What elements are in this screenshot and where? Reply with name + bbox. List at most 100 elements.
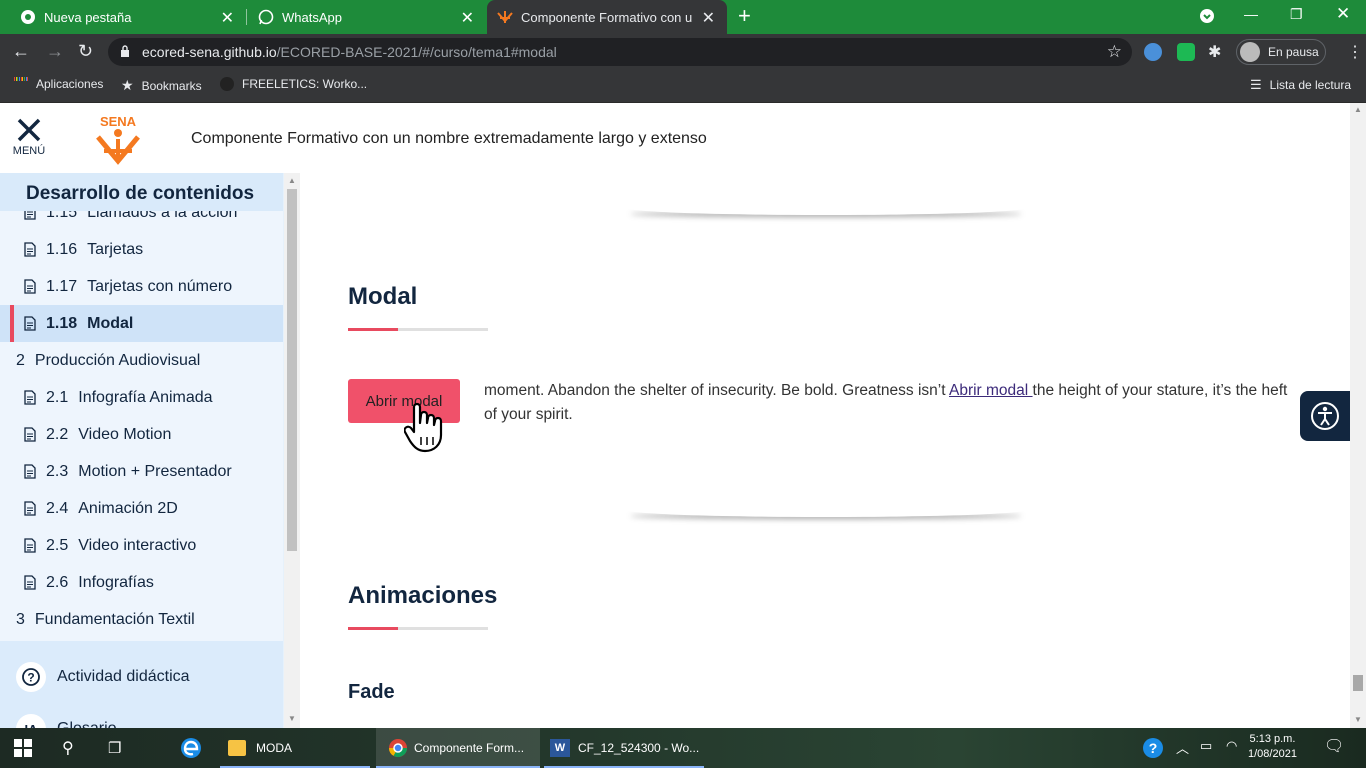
- hand-pointer-icon: [404, 402, 443, 453]
- scroll-down-icon[interactable]: ▼: [288, 714, 296, 723]
- sidebar-item[interactable]: 2.6 Infografías: [0, 564, 283, 601]
- section-title-modal: Modal: [348, 283, 418, 310]
- bookmarks-bar: Aplicaciones ★ Bookmarks FREELETICS: Wor…: [0, 70, 1366, 103]
- sidebar-item[interactable]: 2.5 Video interactivo: [0, 527, 283, 564]
- tab-componente-formativo[interactable]: Componente Formativo con un n ✕: [487, 0, 727, 34]
- section-divider: [626, 503, 1026, 517]
- task-view-icon[interactable]: ❐: [108, 728, 121, 768]
- close-icon[interactable]: ✕: [702, 8, 715, 28]
- close-icon[interactable]: ✕: [461, 8, 474, 28]
- taskbar-item-word[interactable]: W CF_12_524300 - Wo...: [544, 728, 704, 768]
- tab-search-icon[interactable]: [1199, 8, 1215, 27]
- scroll-down-icon[interactable]: ▼: [1354, 715, 1362, 724]
- sidebar-tools: ? Actividad didáctica IA Glosario: [0, 641, 283, 728]
- edge-icon[interactable]: [180, 728, 202, 768]
- sidebar-item-label: Infografía Animada: [78, 388, 213, 406]
- window-close-icon[interactable]: ✕: [1336, 4, 1350, 24]
- bookmark-bookmarks[interactable]: ★ Bookmarks: [121, 77, 202, 94]
- modal-paragraph: moment. Abandon the shelter of insecurit…: [484, 379, 1294, 427]
- sidebar-item-number: 2.1: [46, 388, 69, 406]
- close-icon[interactable]: ✕: [221, 8, 234, 28]
- document-icon: [24, 538, 36, 553]
- shield-extension-icon[interactable]: [1177, 43, 1195, 61]
- address-bar: ← → ↻ ecored-sena.github.io/ECORED-BASE-…: [0, 34, 1366, 70]
- reading-list-label: Lista de lectura: [1269, 78, 1352, 92]
- sena-logo: SENA: [96, 114, 140, 165]
- page-scrollbar[interactable]: ▲ ▼: [1350, 103, 1366, 728]
- document-icon: [24, 279, 36, 294]
- extension-icon[interactable]: [1144, 43, 1162, 61]
- reading-list[interactable]: ☰ Lista de lectura: [1250, 77, 1351, 93]
- sidebar-item-label: Producción Audiovisual: [34, 351, 201, 369]
- tool-label: Actividad didáctica: [57, 668, 190, 685]
- sidebar-item-label: Infografías: [78, 573, 154, 591]
- sidebar-scrollbar[interactable]: ▲ ▼: [284, 173, 300, 728]
- scroll-up-icon[interactable]: ▲: [288, 176, 296, 185]
- sidebar-item[interactable]: 2.4 Animación 2D: [0, 490, 283, 527]
- document-icon: [24, 575, 36, 590]
- sidebar-item-label: Video Motion: [78, 425, 172, 443]
- url-host: ecored-sena.github.io: [142, 44, 277, 60]
- tool-label: Glosario: [57, 720, 117, 728]
- minimize-icon[interactable]: —: [1244, 6, 1258, 22]
- search-icon[interactable]: ⚲: [62, 728, 74, 768]
- chevron-up-icon[interactable]: ︿: [1176, 738, 1189, 757]
- battery-icon[interactable]: ▭: [1200, 738, 1212, 754]
- sidebar-item-number: 2.6: [46, 573, 69, 591]
- menu-button[interactable]: MENÚ: [10, 117, 48, 163]
- more-menu-icon[interactable]: ⋮: [1347, 42, 1363, 62]
- notification-icon[interactable]: 🗨: [1324, 736, 1344, 756]
- sidebar-item[interactable]: 2.3 Motion + Presentador: [0, 453, 283, 490]
- open-modal-link[interactable]: Abrir modal: [949, 382, 1033, 399]
- sidebar-item-number: 1.17: [46, 277, 78, 295]
- section-divider: [626, 201, 1026, 215]
- sidebar-item[interactable]: 1.17 Tarjetas con número: [0, 268, 283, 305]
- document-icon: [24, 427, 36, 442]
- scroll-thumb[interactable]: [1353, 675, 1363, 691]
- sidebar-item-label: Fundamentación Textil: [34, 610, 195, 628]
- taskbar-item-chrome[interactable]: Componente Form...: [376, 728, 540, 768]
- tab-nueva-pestana[interactable]: Nueva pestaña ✕: [0, 0, 246, 34]
- profile-button[interactable]: En pausa: [1236, 39, 1326, 65]
- sidebar-item-number: 1.18: [46, 314, 78, 332]
- sidebar-item[interactable]: 3 Fundamentación Textil: [0, 601, 283, 638]
- sidebar-item[interactable]: 1.16 Tarjetas: [0, 231, 283, 268]
- back-icon[interactable]: ←: [12, 41, 30, 62]
- scroll-up-icon[interactable]: ▲: [1354, 105, 1362, 114]
- sena-icon: [497, 9, 513, 25]
- puzzle-icon[interactable]: ✱: [1208, 42, 1221, 62]
- taskbar-label: CF_12_524300 - Wo...: [578, 741, 700, 755]
- chrome-icon: [389, 739, 407, 758]
- url-field[interactable]: ecored-sena.github.io/ECORED-BASE-2021/#…: [108, 38, 1132, 66]
- close-menu-icon: [17, 118, 41, 142]
- windows-taskbar: ⚲ ❐ MODA Componente Form... W CF_12_5243…: [0, 728, 1366, 768]
- sidebar-item[interactable]: 2.2 Video Motion: [0, 416, 283, 453]
- restore-icon[interactable]: ❐: [1290, 6, 1303, 23]
- tool-glosario[interactable]: IA Glosario: [16, 714, 286, 728]
- tab-whatsapp[interactable]: WhatsApp ✕: [248, 0, 486, 34]
- bookmark-label: Aplicaciones: [36, 77, 104, 91]
- star-icon: ★: [121, 77, 134, 93]
- bookmark-star-icon[interactable]: ☆: [1107, 42, 1122, 62]
- tool-actividad-didactica[interactable]: ? Actividad didáctica: [16, 662, 286, 692]
- bookmark-freeletics[interactable]: FREELETICS: Worko...: [220, 77, 367, 91]
- bookmark-apps[interactable]: Aplicaciones: [14, 77, 103, 91]
- new-tab-button[interactable]: +: [738, 5, 751, 27]
- help-icon[interactable]: ?: [1142, 737, 1164, 762]
- scroll-thumb[interactable]: [287, 189, 297, 551]
- chrome-icon: [20, 9, 36, 25]
- forward-icon[interactable]: →: [46, 41, 64, 62]
- sidebar-item[interactable]: 1.18 Modal: [0, 305, 283, 342]
- wifi-icon[interactable]: ◠: [1226, 738, 1237, 754]
- sidebar: Desarrollo de contenidos 1.15 Llamados a …: [0, 173, 300, 728]
- windows-start-icon[interactable]: [14, 728, 32, 768]
- whatsapp-icon: [258, 9, 274, 25]
- taskbar-item-moda[interactable]: MODA: [220, 728, 370, 768]
- sidebar-heading-text: Desarrollo de contenidos: [26, 183, 255, 204]
- sidebar-item[interactable]: 2.1 Infografía Animada: [0, 379, 283, 416]
- sidebar-item[interactable]: 2 Producción Audiovisual: [0, 342, 283, 379]
- accessibility-button[interactable]: [1300, 391, 1350, 441]
- system-clock[interactable]: 5:13 p.m. 1/08/2021: [1248, 732, 1297, 762]
- reload-icon[interactable]: ↻: [78, 41, 93, 62]
- taskbar-label: Componente Form...: [414, 741, 525, 755]
